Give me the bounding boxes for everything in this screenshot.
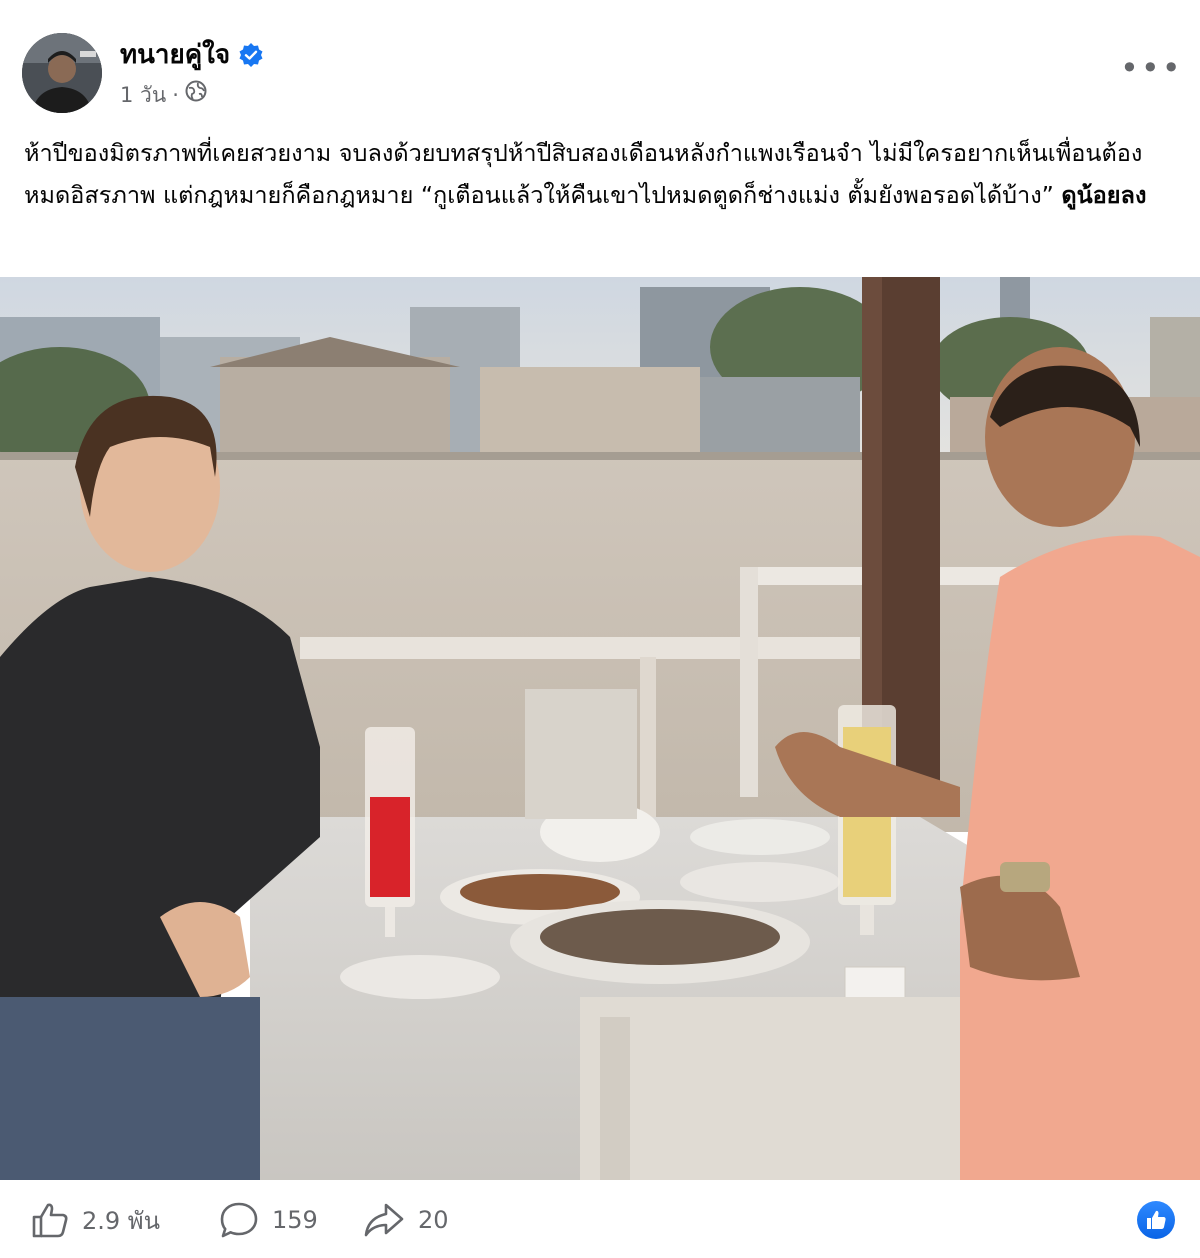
thumbs-up-icon	[30, 1200, 70, 1240]
facebook-post: ทนายคู่ใจ 1 วัน · ••• ห้าปีของมิตรภาพที่…	[0, 0, 1200, 1258]
like-action[interactable]: 2.9 พัน	[30, 1200, 160, 1240]
likes-count: 2.9 พัน	[82, 1206, 161, 1235]
author-avatar[interactable]	[22, 33, 102, 113]
post-caption: ห้าปีของมิตรภาพที่เคยสวยงาม จบลงด้วยบทสร…	[24, 132, 1184, 216]
share-arrow-icon	[362, 1200, 406, 1240]
post-timestamp[interactable]: 1 วัน	[120, 81, 166, 109]
more-options-icon[interactable]: •••	[1120, 52, 1183, 84]
comment-icon	[218, 1200, 260, 1240]
comments-count: 159	[272, 1206, 318, 1234]
see-less-link[interactable]: ดูน้อยลง	[1061, 181, 1146, 209]
shares-count: 20	[418, 1206, 449, 1234]
like-badge-icon[interactable]	[1137, 1201, 1175, 1239]
meta-separator: ·	[172, 82, 179, 107]
post-photo[interactable]	[0, 277, 1200, 1180]
post-footer: 2.9 พัน 159 20	[0, 1180, 1200, 1258]
caption-text: ห้าปีของมิตรภาพที่เคยสวยงาม จบลงด้วยบทสร…	[24, 139, 1143, 209]
author-name[interactable]: ทนายคู่ใจ	[120, 38, 230, 72]
globe-icon[interactable]	[185, 80, 207, 109]
comment-action[interactable]: 159	[218, 1200, 318, 1240]
verified-badge-icon	[238, 42, 264, 68]
share-action[interactable]: 20	[362, 1200, 449, 1240]
